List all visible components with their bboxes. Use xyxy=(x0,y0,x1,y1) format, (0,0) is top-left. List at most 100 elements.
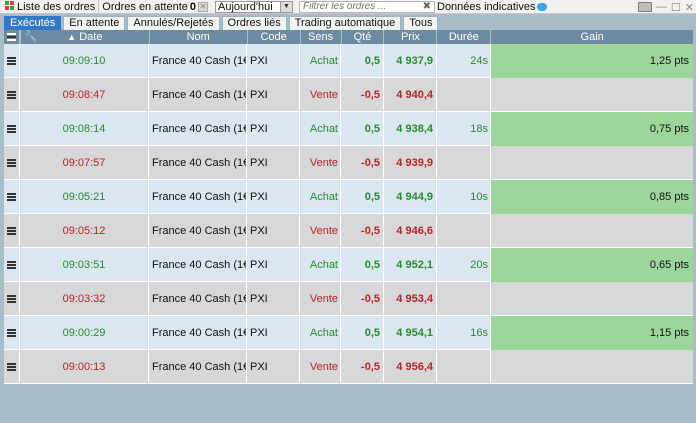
window-controls: — ☐ ✕ xyxy=(637,0,694,14)
details-icon[interactable] xyxy=(7,261,16,270)
details-icon[interactable] xyxy=(7,363,16,372)
sens-cell: Vente xyxy=(300,146,341,180)
details-icon[interactable] xyxy=(7,227,16,236)
close-window-icon[interactable]: ✕ xyxy=(685,1,694,14)
sort-up-icon: ▲ xyxy=(67,32,77,42)
date-cell: 09:07:57 xyxy=(20,146,149,180)
table-row[interactable]: 09:08:47 France 40 Cash (1€) PXI Vente -0,5 4… xyxy=(4,78,693,112)
sens-cell: Achat xyxy=(300,44,341,78)
chevron-down-icon[interactable]: ▼ xyxy=(280,1,292,12)
column-prix[interactable]: Prix xyxy=(384,30,438,44)
details-column-header[interactable] xyxy=(4,30,20,44)
column-nom[interactable]: Nom xyxy=(150,30,248,44)
code-cell: PXI xyxy=(247,44,300,78)
column-qte[interactable]: Qté xyxy=(342,30,385,44)
indicative-data-info[interactable]: Données indicatives xyxy=(437,0,548,13)
code-cell: PXI xyxy=(247,146,300,180)
column-gain[interactable]: Gain xyxy=(491,30,693,44)
sens-cell: Vente xyxy=(300,214,341,248)
minimize-icon[interactable]: — xyxy=(656,1,667,13)
details-icon xyxy=(6,33,16,42)
details-icon[interactable] xyxy=(7,193,16,202)
column-sens[interactable]: Sens xyxy=(301,30,342,44)
table-row[interactable]: 09:00:13 France 40 Cash (1€) PXI Vente -0,5 4… xyxy=(4,350,693,384)
details-icon[interactable] xyxy=(7,159,16,168)
indicative-data-label: Données indicatives xyxy=(437,0,536,13)
row-details-cell[interactable] xyxy=(4,180,20,214)
row-details-cell[interactable] xyxy=(4,350,20,384)
details-icon[interactable] xyxy=(7,57,16,66)
pending-orders-indicator[interactable]: Ordres en attente 0 ✕ xyxy=(99,0,211,14)
pending-orders-count: 0 xyxy=(189,0,196,13)
column-duree[interactable]: Durée xyxy=(437,30,492,44)
row-details-cell[interactable] xyxy=(4,282,20,316)
duree-cell xyxy=(437,78,491,112)
order-status-tabs: Exécutés En attente Annulés/Rejetés Ordr… xyxy=(0,15,439,30)
table-row[interactable]: 09:05:21 France 40 Cash (1€) PXI Achat 0,5 4 … xyxy=(4,180,693,214)
row-details-cell[interactable] xyxy=(4,316,20,350)
details-icon[interactable] xyxy=(7,125,16,134)
gain-cell xyxy=(491,78,693,112)
maximize-icon[interactable]: ☐ xyxy=(671,1,681,14)
gain-cell: 0,65 pts xyxy=(491,248,693,282)
row-details-cell[interactable] xyxy=(4,214,20,248)
nom-cell: France 40 Cash (1€) xyxy=(149,44,247,78)
table-row[interactable]: 09:08:14 France 40 Cash (1€) PXI Achat 0,5 4 … xyxy=(4,112,693,146)
date-filter-value: Aujourd'hui xyxy=(218,0,273,13)
details-icon[interactable] xyxy=(7,329,16,338)
code-cell: PXI xyxy=(247,248,300,282)
nom-cell: France 40 Cash (1€) xyxy=(149,282,247,316)
date-cell: 09:03:51 xyxy=(20,248,149,282)
row-details-cell[interactable] xyxy=(4,44,20,78)
date-cell: 09:08:47 xyxy=(20,78,149,112)
duree-cell xyxy=(437,350,491,384)
table-row[interactable]: 09:03:51 France 40 Cash (1€) PXI Achat 0,5 4 … xyxy=(4,248,693,282)
prix-cell: 4 946,6 xyxy=(384,214,437,248)
prix-cell: 4 940,4 xyxy=(384,78,437,112)
code-cell: PXI xyxy=(247,112,300,146)
date-filter-select[interactable]: Aujourd'hui ▼ xyxy=(215,0,293,13)
prix-cell: 4 937,9 xyxy=(384,44,437,78)
close-icon[interactable]: ✕ xyxy=(198,1,208,12)
filter-orders-input[interactable] xyxy=(303,1,418,12)
details-icon[interactable] xyxy=(7,295,16,304)
table-row[interactable]: 09:09:10 France 40 Cash (1€) PXI Achat 0,5 4 … xyxy=(4,44,693,78)
details-icon[interactable] xyxy=(7,91,16,100)
gain-cell xyxy=(491,214,693,248)
column-date[interactable]: 🔧 ▲ Date xyxy=(21,30,150,44)
table-row[interactable]: 09:00:29 France 40 Cash (1€) PXI Achat 0,5 4 … xyxy=(4,316,693,350)
nom-cell: France 40 Cash (1€) xyxy=(149,112,247,146)
row-details-cell[interactable] xyxy=(4,146,20,180)
table-header: 🔧 ▲ Date Nom Code Sens Qté Prix Durée Gai… xyxy=(4,30,693,44)
filter-orders-field[interactable]: ✖ xyxy=(299,0,435,13)
tab-executes[interactable]: Exécutés xyxy=(4,16,62,30)
print-icon[interactable] xyxy=(637,2,652,12)
tab-annules-rejetes[interactable]: Annulés/Rejetés xyxy=(127,16,220,30)
date-cell: 09:08:14 xyxy=(20,112,149,146)
prix-cell: 4 952,1 xyxy=(384,248,437,282)
qte-cell: -0,5 xyxy=(341,78,384,112)
column-code[interactable]: Code xyxy=(248,30,301,44)
table-row[interactable]: 09:03:32 France 40 Cash (1€) PXI Vente -0,5 4… xyxy=(4,282,693,316)
row-details-cell[interactable] xyxy=(4,78,20,112)
row-details-cell[interactable] xyxy=(4,112,20,146)
prix-cell: 4 939,9 xyxy=(384,146,437,180)
qte-cell: 0,5 xyxy=(341,112,384,146)
duree-cell xyxy=(437,146,491,180)
table-row[interactable]: 09:07:57 France 40 Cash (1€) PXI Vente -0,5 4… xyxy=(4,146,693,180)
settings-wrench-icon[interactable]: 🔧 xyxy=(24,30,38,44)
gain-cell xyxy=(491,146,693,180)
clear-filter-icon[interactable]: ✖ xyxy=(423,1,431,12)
tab-en-attente[interactable]: En attente xyxy=(63,16,126,30)
prix-cell: 4 938,4 xyxy=(384,112,437,146)
tab-tous[interactable]: Tous xyxy=(403,16,439,30)
sens-cell: Achat xyxy=(300,112,341,146)
table-body: 09:09:10 France 40 Cash (1€) PXI Achat 0,5 4 … xyxy=(4,44,693,384)
orders-list-tab[interactable]: Liste des ordres xyxy=(0,0,100,14)
tab-trading-automatique[interactable]: Trading automatique xyxy=(288,16,402,30)
row-details-cell[interactable] xyxy=(4,248,20,282)
tab-ordres-lies[interactable]: Ordres liés xyxy=(221,16,287,30)
date-cell: 09:00:29 xyxy=(20,316,149,350)
code-cell: PXI xyxy=(247,282,300,316)
table-row[interactable]: 09:05:12 France 40 Cash (1€) PXI Vente -0,5 4… xyxy=(4,214,693,248)
